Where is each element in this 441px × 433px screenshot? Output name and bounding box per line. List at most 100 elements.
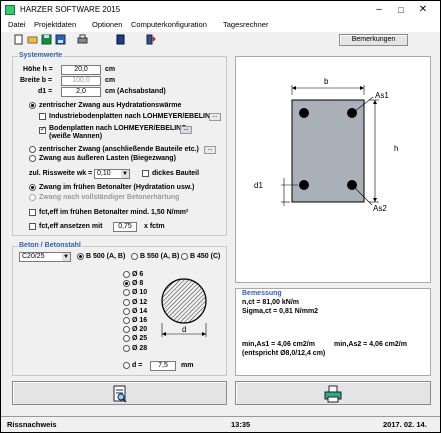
opt-spaet-label: Zwang nach vollständiger Betonerhärtung	[39, 194, 180, 201]
opt-biegezwang-label: Zwang aus äußeren Lasten (Biegezwang)	[39, 155, 176, 162]
opt-anschliessend-label: zentrischer Zwang (anschließende Bauteil…	[39, 146, 199, 153]
exit-icon[interactable]	[145, 34, 156, 45]
fct-unit: x fctm	[144, 223, 165, 230]
rissweite-label: zul. Rissweite wk =	[29, 170, 93, 177]
chevron-down-icon: ▼	[121, 170, 129, 178]
cross-section-diagram: b h As1 As2 d1	[254, 77, 398, 213]
bemessung-panel: Bemessung n,ct = 81,00 kN/m Sigma,ct = 0…	[235, 288, 431, 376]
radio-diameter[interactable]	[123, 298, 130, 306]
main-window: HARZER SOFTWARE 2015 – □ ✕ Datei Projekt…	[0, 0, 441, 433]
opt-bodenplatten-label2: (weiße Wannen)	[49, 133, 103, 140]
rebar-section-diagram: d	[161, 278, 207, 337]
new-file-icon[interactable]	[13, 34, 24, 45]
opt-industrie-label: Industriebodenplatten nach LOHMEYER/EBEL…	[49, 113, 216, 120]
bodenplatten-more-button[interactable]: ...	[180, 126, 192, 134]
diameter-label: Ø 28	[132, 344, 148, 352]
check-dickes-bauteil[interactable]	[142, 170, 149, 177]
diagram-as1-label: As1	[375, 91, 389, 100]
chevron-down-icon: ▼	[62, 253, 70, 261]
report-magnifier-icon	[113, 385, 127, 403]
rissweite-value: 0,10	[97, 170, 111, 177]
bemessung-line1: n,ct = 81,00 kN/m	[242, 299, 300, 306]
rebar-bottom-left	[299, 180, 309, 190]
minimize-button[interactable]: –	[371, 3, 387, 17]
radio-biegezwang[interactable]	[29, 155, 36, 162]
d-unit: mm	[181, 362, 194, 369]
menu-projektdaten[interactable]: Projektdaten	[34, 20, 76, 29]
diameter-label: Ø 12	[132, 298, 148, 306]
diameter-label: Ø 14	[132, 307, 148, 315]
report-button[interactable]	[12, 381, 227, 405]
app-icon	[5, 5, 15, 15]
status-bar: Rissnachweis 13:35 2017. 02. 14.	[1, 416, 440, 432]
hoehe-input[interactable]: 20,0	[61, 65, 101, 75]
breite-label: Breite b =	[20, 77, 53, 84]
steel-b500-label: B 500 (A, B)	[86, 253, 126, 260]
radio-spaet[interactable]	[29, 194, 36, 201]
fct-input[interactable]: 0,75	[113, 222, 137, 232]
breite-unit: cm	[105, 77, 116, 84]
rebar-top-right	[347, 108, 357, 118]
window-title: HARZER SOFTWARE 2015	[20, 5, 121, 14]
diagram-d1-label: d1	[254, 181, 263, 190]
radio-frueh[interactable]	[29, 184, 36, 191]
steel-b450-label: B 450 (C)	[190, 253, 221, 260]
d1-input[interactable]: 2,0	[61, 87, 101, 97]
radio-b450[interactable]	[181, 253, 188, 260]
radio-diameter[interactable]	[123, 307, 130, 315]
radio-diameter[interactable]	[123, 317, 130, 324]
check-fct-ansetzen[interactable]	[29, 223, 36, 230]
bemerkungen-button[interactable]: Bemerkungen	[339, 34, 408, 46]
menu-optionen[interactable]: Optionen	[92, 20, 122, 29]
concrete-class-select[interactable]: C20/25 ▼	[19, 252, 71, 262]
check-fct-frueh[interactable]	[29, 209, 36, 216]
menu-bar: Datei Projektdaten Optionen Computerkonf…	[1, 19, 440, 32]
diagram-h-label: h	[394, 144, 398, 153]
radio-d-custom[interactable]	[123, 362, 130, 369]
steel-b550-label: B 550 (A, B)	[140, 253, 180, 260]
rissweite-select[interactable]: 0,10 ▼	[94, 169, 130, 179]
print-icon[interactable]	[77, 34, 88, 45]
bemessung-line2: Sigma,ct = 0,81 N/mm2	[242, 308, 319, 315]
opt-frueh-label: Zwang im frühen Betonalter (Hydratation …	[39, 184, 195, 191]
radio-anschliessend[interactable]	[29, 146, 36, 153]
fct-ansetzen-label: fct,eff ansetzen mit	[39, 223, 103, 230]
radio-diameter[interactable]	[123, 271, 130, 278]
anschliessend-more-button[interactable]: ...	[204, 146, 216, 154]
bemessung-title: Bemessung	[242, 290, 282, 297]
cross-section-panel: b h As1 As2 d1	[235, 56, 431, 283]
maximize-button[interactable]: □	[393, 3, 409, 17]
check-bodenplatten[interactable]	[39, 125, 46, 134]
rebar-top-left	[299, 108, 309, 118]
radio-diameter[interactable]	[123, 344, 130, 352]
menu-computerkonfiguration[interactable]: Computerkonfiguration	[131, 20, 207, 29]
menu-tagesrechner[interactable]: Tagesrechner	[223, 20, 268, 29]
fct-frueh-label: fct,eff im frühen Betonalter mind. 1,50 …	[39, 209, 189, 216]
open-folder-icon[interactable]	[27, 34, 38, 45]
print-report-button[interactable]	[235, 381, 431, 405]
radio-b550[interactable]	[131, 253, 138, 260]
concrete-class-value: C20/25	[22, 253, 45, 260]
radio-b500[interactable]	[77, 253, 84, 260]
diameter-label: Ø 10	[132, 289, 148, 297]
industrie-more-button[interactable]: ...	[209, 113, 221, 121]
d1-label: d1 =	[38, 88, 53, 95]
beton-title: Beton / Betonstahl	[18, 242, 82, 249]
breite-input[interactable]: 100,0	[61, 76, 101, 86]
book-icon[interactable]	[115, 34, 126, 45]
radio-hydratation[interactable]	[29, 102, 36, 109]
menu-datei[interactable]: Datei	[8, 20, 26, 29]
save-icon[interactable]	[41, 34, 52, 45]
hoehe-unit: cm	[105, 66, 116, 73]
rebar-cross-section	[161, 278, 207, 324]
diameter-label: Ø 6	[132, 271, 144, 278]
diagram-b-label: b	[324, 77, 329, 86]
check-industrie[interactable]	[39, 113, 46, 120]
save-as-icon[interactable]	[55, 34, 66, 45]
status-time: 13:35	[231, 420, 251, 429]
d-input[interactable]: 7,5	[150, 361, 176, 371]
bemessung-as1: min,As1 = 4,06 cm2/m	[242, 341, 315, 348]
close-button[interactable]: ✕	[415, 3, 431, 17]
status-module-name: Rissnachweis	[7, 420, 57, 429]
status-date: 2017. 02. 14.	[383, 420, 427, 429]
